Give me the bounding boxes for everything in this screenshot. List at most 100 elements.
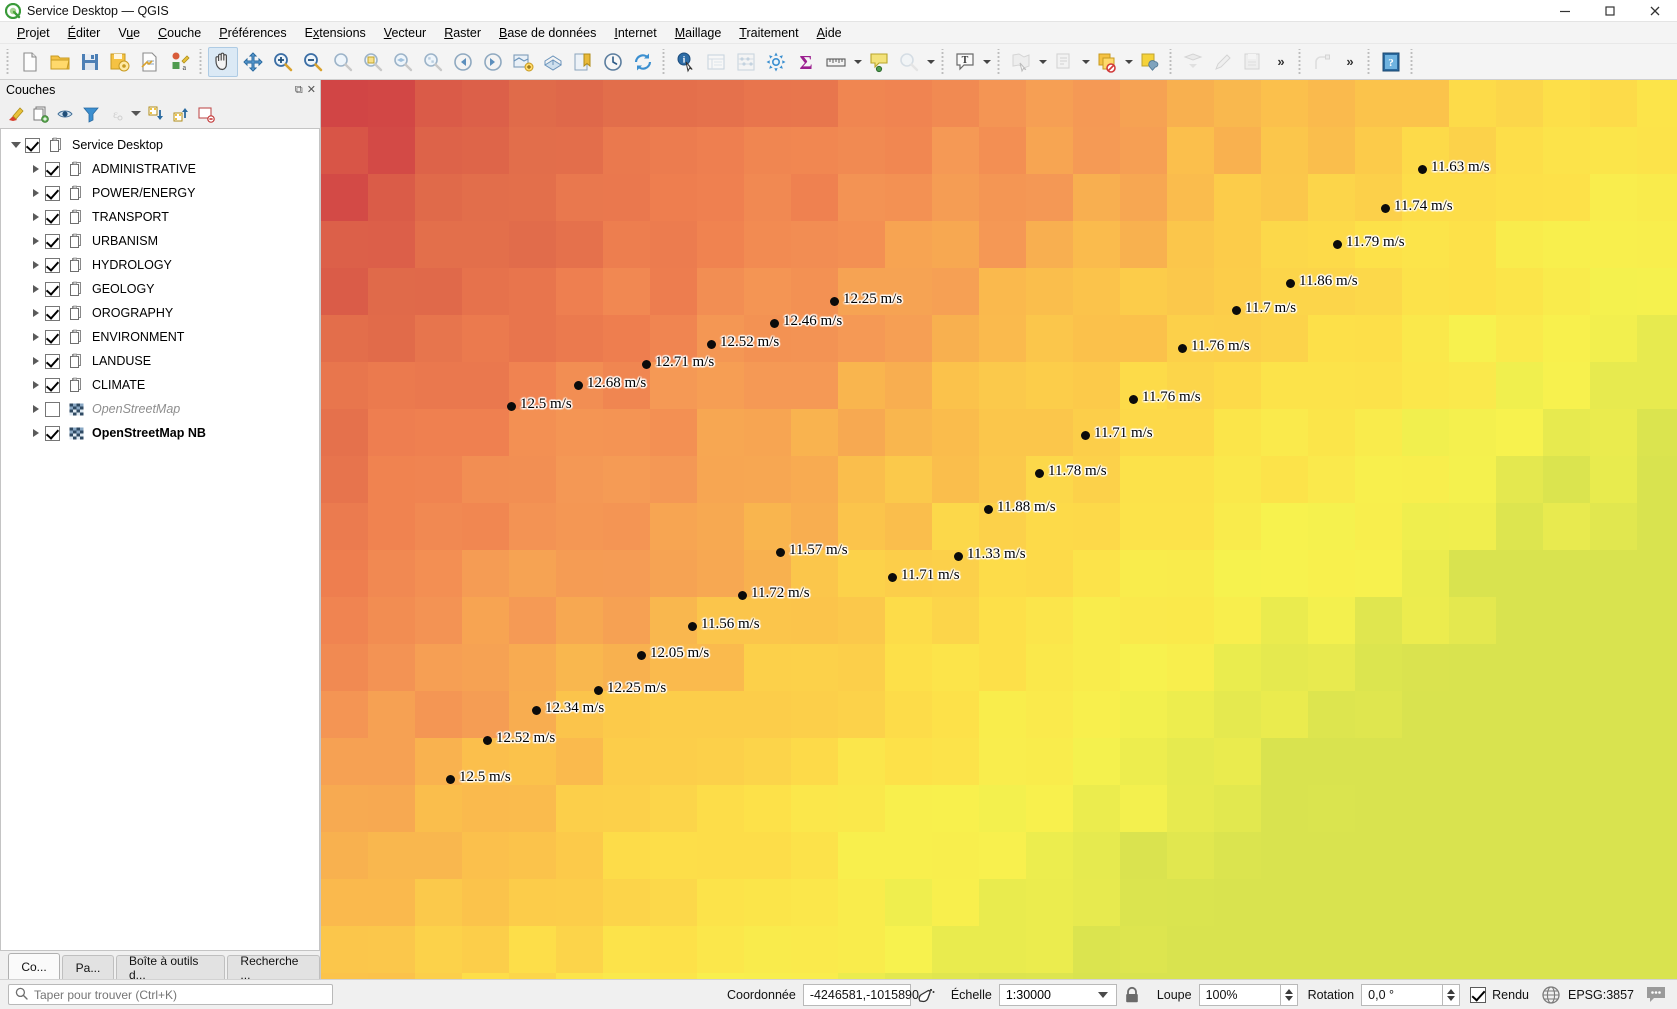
layer-visibility-checkbox[interactable] — [25, 137, 40, 153]
layer-tree-row[interactable]: URBANISM — [1, 229, 319, 253]
layer-visibility-checkbox[interactable] — [45, 281, 60, 297]
layer-visibility-checkbox[interactable] — [45, 329, 60, 345]
tab-couches[interactable]: Co... — [8, 953, 60, 979]
zoom-to-selection-button[interactable] — [358, 47, 388, 77]
map-tips-button[interactable] — [864, 47, 894, 77]
layer-tree-row[interactable]: ADMINISTRATIVE — [1, 157, 319, 181]
layer-tree-row[interactable]: OpenStreetMap NB — [1, 421, 319, 445]
tab-panneau[interactable]: Pa... — [62, 955, 114, 979]
toolbar-grip[interactable] — [996, 48, 1003, 75]
menu-item-couche[interactable]: Couche — [149, 23, 210, 43]
layer-visibility-checkbox[interactable] — [45, 401, 60, 417]
chevron-right-icon[interactable] — [27, 165, 45, 173]
toolbar-grip[interactable] — [198, 48, 205, 75]
layer-visibility-checkbox[interactable] — [45, 353, 60, 369]
remove-layer-button[interactable] — [194, 102, 218, 125]
menu-item--diter[interactable]: Éditer — [59, 23, 110, 43]
tab-boite-a-outils[interactable]: Boîte à outils d... — [116, 954, 226, 982]
layer-tree-row[interactable]: TRANSPORT — [1, 205, 319, 229]
expand-all-button[interactable] — [144, 102, 168, 125]
deselect-features-button[interactable] — [894, 47, 924, 77]
layer-tree-row[interactable]: OROGRAPHY — [1, 301, 319, 325]
toolbar-grip[interactable] — [1168, 48, 1175, 75]
menu-item-vecteur[interactable]: Vecteur — [375, 23, 435, 43]
tab-recherche[interactable]: Recherche ... — [227, 954, 320, 982]
layer-visibility-checkbox[interactable] — [45, 257, 60, 273]
new-print-layout-button[interactable] — [135, 47, 165, 77]
layer-visibility-checkbox[interactable] — [45, 305, 60, 321]
toolbar-grip[interactable] — [1409, 48, 1416, 75]
menu-item-pr-f-rences[interactable]: Préférences — [210, 23, 295, 43]
new-project-button[interactable] — [15, 47, 45, 77]
chevron-right-icon[interactable] — [27, 237, 45, 245]
map-canvas[interactable]: 11.63 m/s 11.74 m/s 11.79 m/s 11.86 m/s 11.7… — [321, 80, 1677, 979]
zoom-last-button[interactable] — [448, 47, 478, 77]
zoom-in-button[interactable] — [268, 47, 298, 77]
zoom-to-native-button[interactable] — [418, 47, 448, 77]
copy-features-button[interactable] — [1092, 47, 1122, 77]
save-project-button[interactable] — [75, 47, 105, 77]
chevron-right-icon[interactable] — [27, 189, 45, 197]
layer-tree-row[interactable]: ENVIRONMENT — [1, 325, 319, 349]
select-features-button[interactable] — [1006, 47, 1036, 77]
menu-item-vue[interactable]: Vue — [109, 23, 149, 43]
toolbar-grip[interactable] — [5, 48, 12, 75]
rotation-field[interactable]: 0,0 ° — [1361, 983, 1444, 1006]
toolbar-grip[interactable] — [1366, 48, 1373, 75]
text-annotation-button[interactable]: T — [950, 47, 980, 77]
edit-pencil-button[interactable] — [1208, 47, 1238, 77]
statistics-button[interactable]: Σ — [791, 47, 821, 77]
layer-visibility-checkbox[interactable] — [45, 377, 60, 393]
render-checkbox[interactable] — [1470, 986, 1487, 1003]
new-map-view-button[interactable] — [508, 47, 538, 77]
rotation-stepper[interactable] — [1443, 983, 1461, 1006]
style-manager-button[interactable]: a — [165, 47, 195, 77]
collapse-all-button[interactable] — [169, 102, 193, 125]
identify-features-button[interactable]: i — [671, 47, 701, 77]
form-dropdown-caret[interactable] — [1079, 47, 1092, 77]
locator-search-box[interactable] — [8, 984, 333, 1005]
menu-item-traitement[interactable]: Traitement — [730, 23, 807, 43]
filter-legend-button[interactable] — [79, 102, 103, 125]
layer-tree-row[interactable]: POWER/ENERGY — [1, 181, 319, 205]
globe-icon[interactable] — [1539, 983, 1563, 1007]
zoom-full-button[interactable] — [328, 47, 358, 77]
select-dropdown-caret[interactable] — [1036, 47, 1049, 77]
chevron-right-icon[interactable] — [27, 381, 45, 389]
toolbar-overflow-button-2[interactable]: » — [1337, 47, 1363, 77]
close-panel-icon[interactable]: ✕ — [307, 84, 316, 96]
vertex-tool-button[interactable] — [1307, 47, 1337, 77]
layer-visibility-checkbox[interactable] — [45, 209, 60, 225]
search-input[interactable] — [34, 987, 326, 1002]
toolbar-grip[interactable] — [940, 48, 947, 75]
minimize-button[interactable] — [1542, 0, 1587, 22]
expression-filter-button[interactable]: ε — [104, 102, 128, 125]
chevron-right-icon[interactable] — [27, 261, 45, 269]
coordinate-field[interactable]: -4246581,-1015890 — [802, 983, 919, 1006]
layer-tree-row[interactable]: OpenStreetMap — [1, 397, 319, 421]
toolbar-grip[interactable] — [661, 48, 668, 75]
messages-bubble-icon[interactable] — [1644, 983, 1668, 1007]
chevron-right-icon[interactable] — [27, 357, 45, 365]
save-layer-edits-button[interactable] — [1238, 47, 1268, 77]
menu-item-maillage[interactable]: Maillage — [666, 23, 731, 43]
chevron-right-icon[interactable] — [27, 405, 45, 413]
manage-visibility-button[interactable] — [54, 102, 78, 125]
annotation-dropdown-caret[interactable] — [980, 47, 993, 77]
menu-item-aide[interactable]: Aide — [808, 23, 851, 43]
layer-tree-row[interactable]: GEOLOGY — [1, 277, 319, 301]
chevron-right-icon[interactable] — [27, 213, 45, 221]
layer-tree-row[interactable]: CLIMATE — [1, 373, 319, 397]
temporal-controller-button[interactable] — [598, 47, 628, 77]
layer-visibility-checkbox[interactable] — [45, 161, 60, 177]
new-3d-view-button[interactable] — [538, 47, 568, 77]
toggle-extents-icon[interactable] — [914, 983, 938, 1007]
add-group-button[interactable] — [29, 102, 53, 125]
chevron-right-icon[interactable] — [27, 309, 45, 317]
magnifier-stepper[interactable] — [1280, 983, 1298, 1006]
layer-tree[interactable]: Service Desktop ADMINISTRATIVE POWER/ENERG… — [0, 128, 320, 950]
layer-tree-row[interactable]: LANDUSE — [1, 349, 319, 373]
menu-item-raster[interactable]: Raster — [435, 23, 490, 43]
maximize-button[interactable] — [1587, 0, 1632, 22]
open-attribute-table-button[interactable] — [701, 47, 731, 77]
